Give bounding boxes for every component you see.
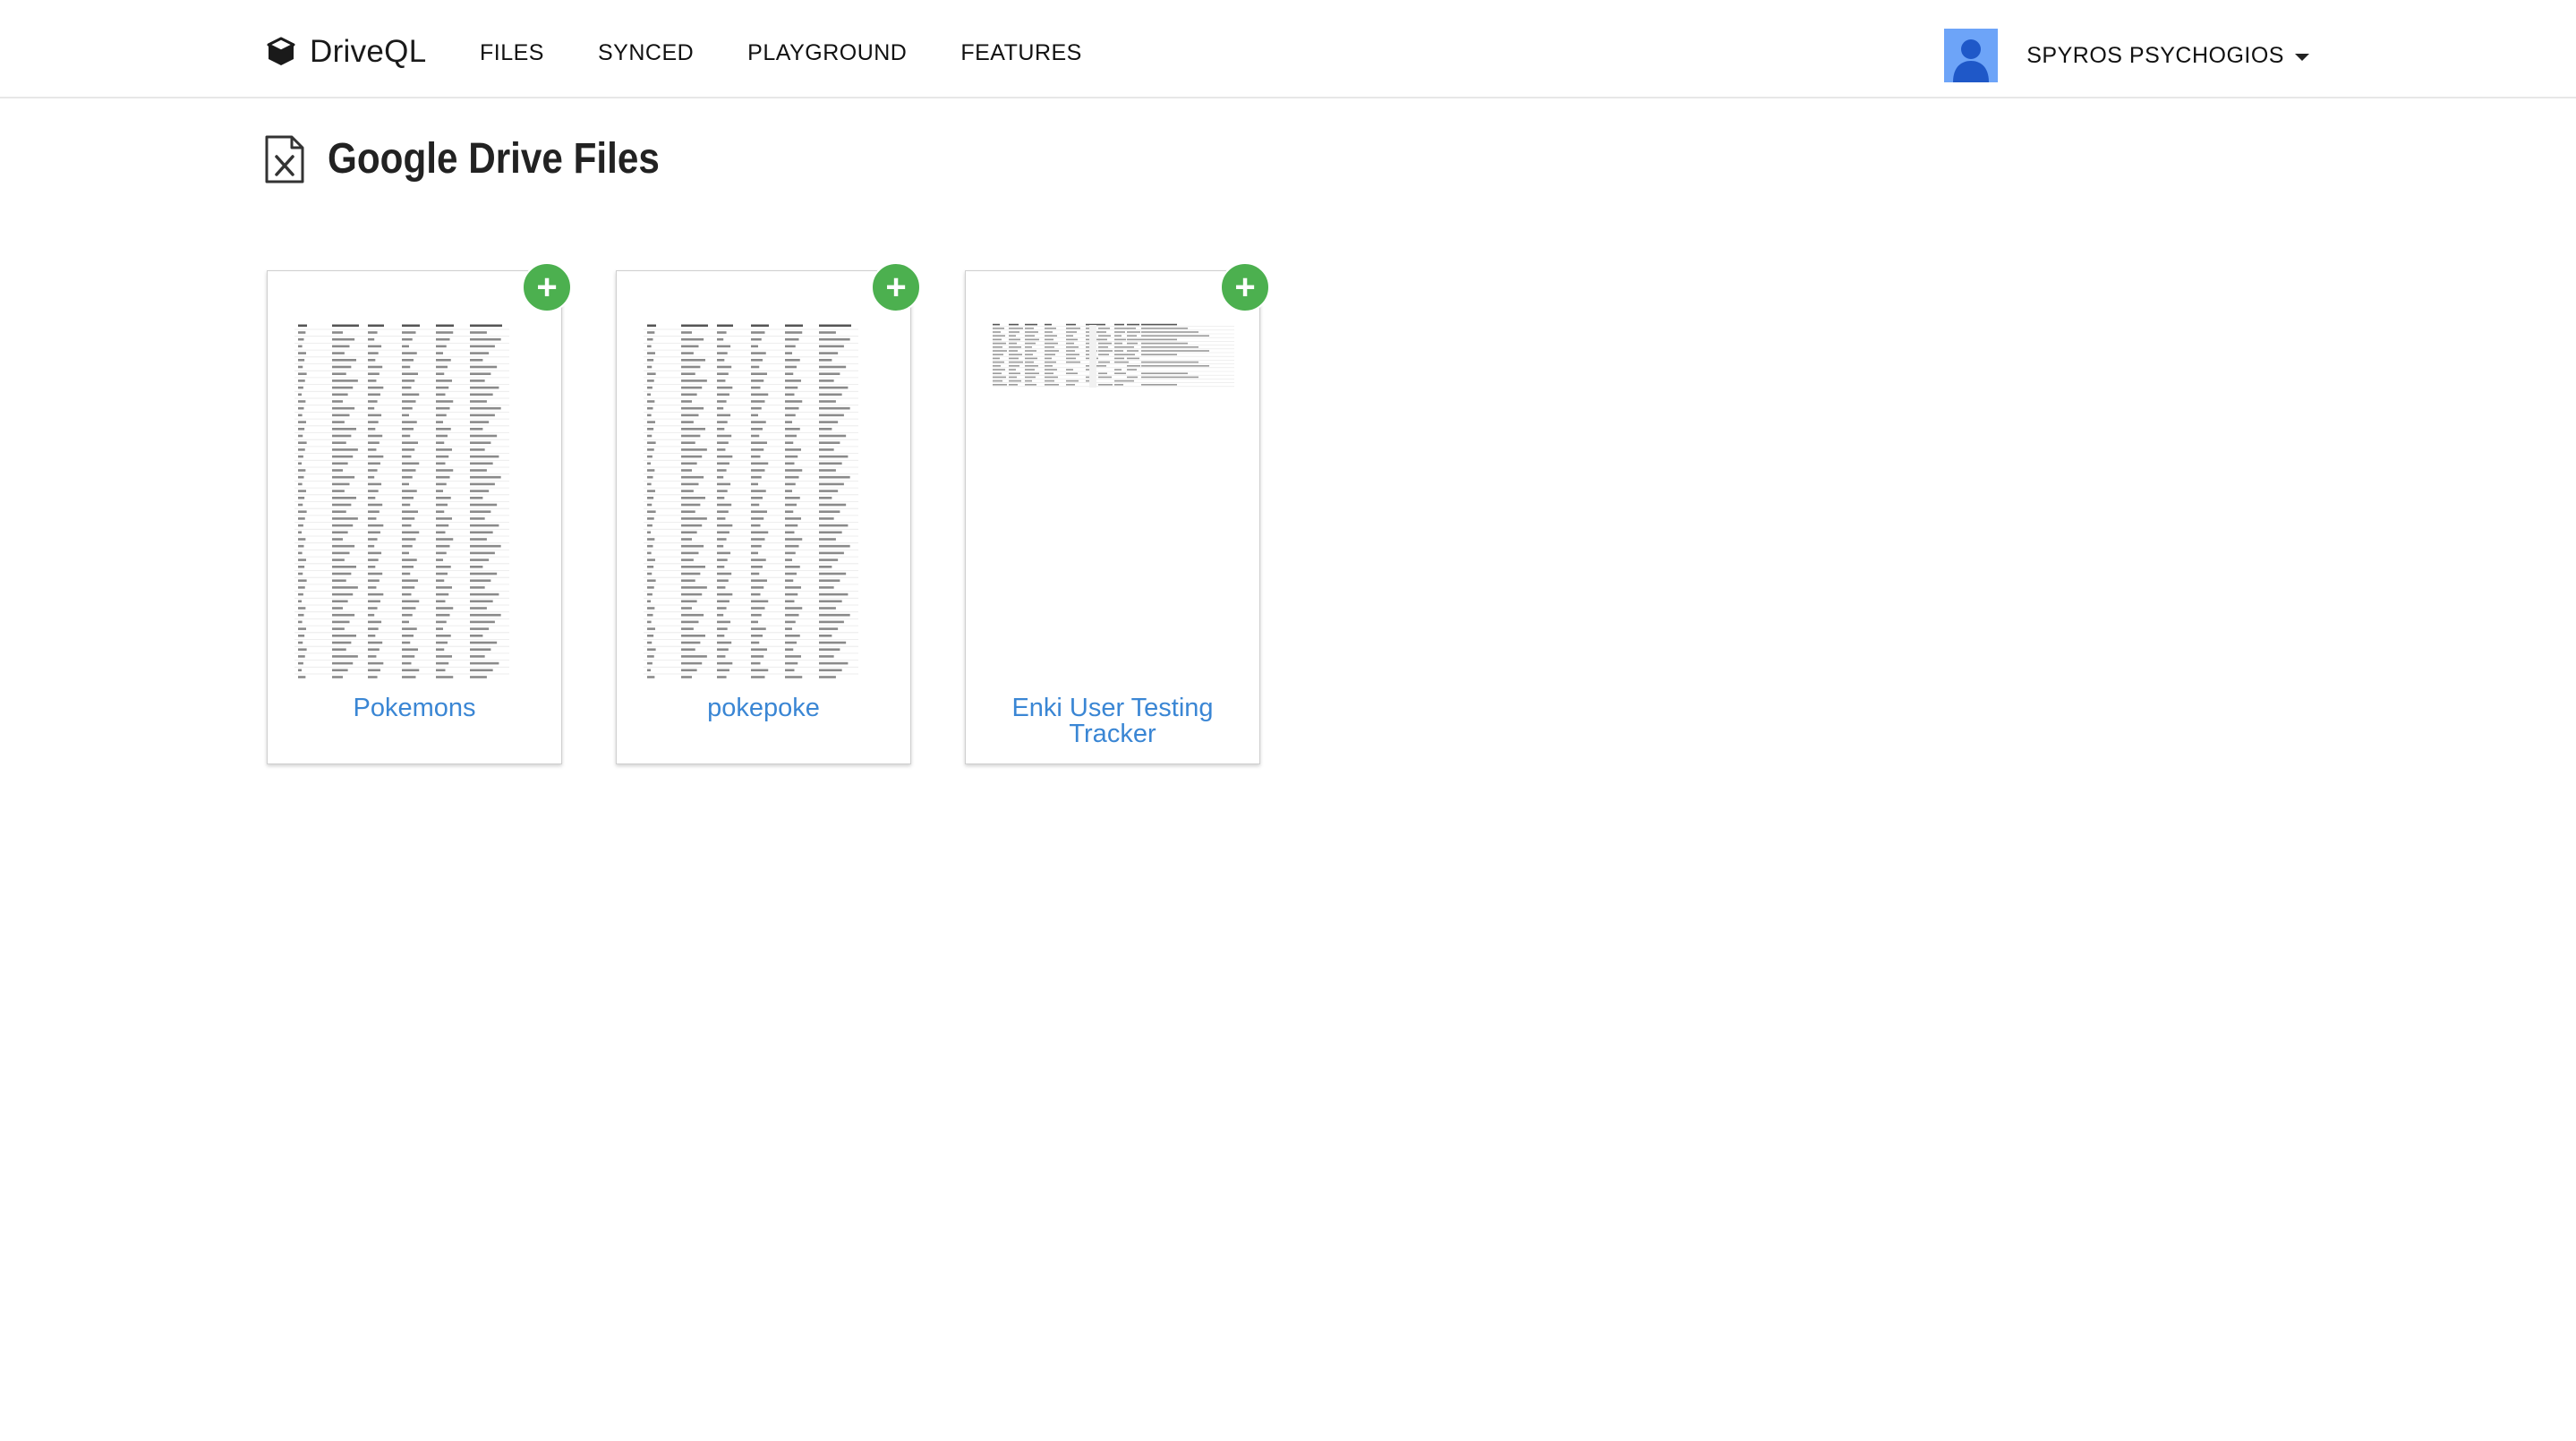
- spreadsheet-thumbnail: [294, 321, 536, 679]
- file-card[interactable]: pokepoke +: [616, 262, 921, 764]
- file-card[interactable]: Pokemons +: [267, 262, 572, 764]
- nav-playground[interactable]: PLAYGROUND: [747, 39, 907, 66]
- nav-synced[interactable]: SYNCED: [598, 39, 694, 66]
- main-nav: FILES SYNCED PLAYGROUND FEATURES: [480, 39, 1136, 66]
- file-card[interactable]: Enki User Testing Tracker +: [965, 262, 1270, 764]
- spreadsheet-thumbnail: [993, 321, 1234, 679]
- page-header: Google Drive Files: [265, 134, 704, 183]
- user-avatar-icon: [1944, 29, 1999, 82]
- brand-logo[interactable]: DriveQL: [265, 32, 426, 72]
- top-navbar: DriveQL FILES SYNCED PLAYGROUND FEATURES…: [0, 0, 2576, 98]
- file-name[interactable]: pokepoke: [635, 695, 892, 721]
- user-name: SPYROS PSYCHOGIOS: [2026, 42, 2284, 68]
- brand-name: DriveQL: [310, 34, 427, 69]
- add-file-button[interactable]: +: [522, 262, 572, 312]
- add-file-button[interactable]: +: [871, 262, 921, 312]
- chevron-down-icon: [2295, 54, 2309, 61]
- spreadsheet-thumbnail: [644, 321, 885, 679]
- file-name[interactable]: Pokemons: [286, 695, 543, 721]
- cube-icon: [267, 37, 295, 65]
- file-name[interactable]: Enki User Testing Tracker: [984, 695, 1241, 747]
- add-file-button[interactable]: +: [1220, 262, 1270, 312]
- nav-files[interactable]: FILES: [480, 39, 544, 66]
- spreadsheet-file-icon: [265, 135, 304, 183]
- page-title: Google Drive Files: [328, 135, 660, 183]
- nav-features[interactable]: FEATURES: [960, 39, 1082, 66]
- user-menu[interactable]: SPYROS PSYCHOGIOS: [1944, 29, 2309, 82]
